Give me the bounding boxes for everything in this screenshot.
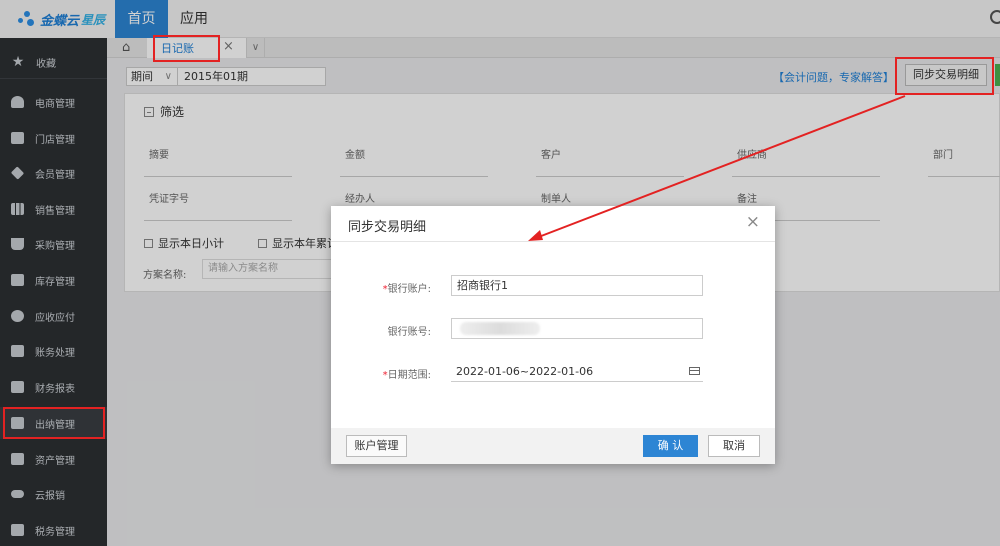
annotation-arrow — [528, 95, 906, 241]
